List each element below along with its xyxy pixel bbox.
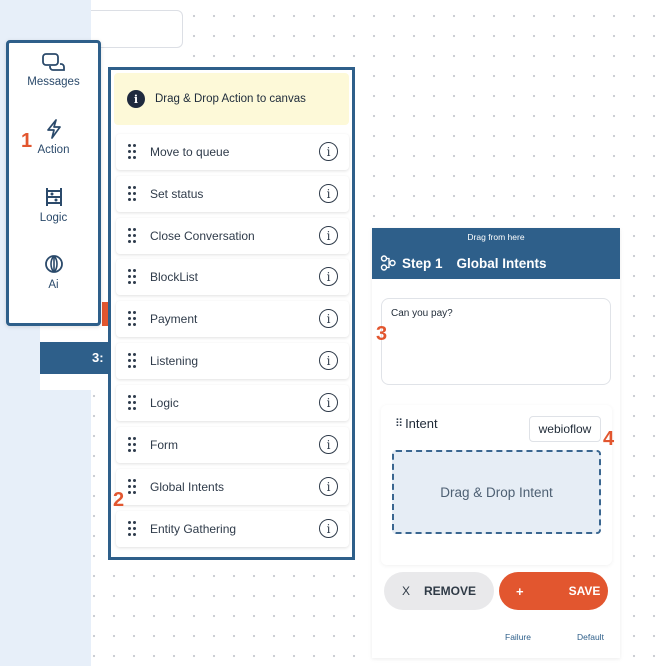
menu-item-logic[interactable]: Logic — [9, 187, 98, 224]
step-node: Drag from here Step 1 Global Intents Can… — [372, 228, 620, 658]
menu-item-label: Logic — [39, 212, 68, 224]
lightning-icon — [46, 119, 61, 139]
logic-icon — [45, 188, 62, 206]
question-text-area[interactable]: Can you pay? — [381, 298, 611, 385]
background-node-header[interactable]: 3: — [40, 342, 110, 374]
step-title: Global Intents — [456, 255, 547, 271]
action-item-label: Payment — [150, 312, 198, 326]
intent-section: ⠿ Intent webioflow Drag & Drop Intent — [381, 405, 612, 565]
annotation-2: 2 — [113, 489, 125, 511]
info-icon[interactable]: i — [319, 309, 338, 328]
action-item-close-conversation[interactable]: Close Conversation i — [116, 218, 349, 254]
plus-icon: + — [516, 583, 524, 599]
menu-item-label: Ai — [48, 279, 59, 291]
hint-text: Drag & Drop Action to canvas — [155, 93, 306, 105]
info-icon[interactable]: i — [319, 184, 338, 203]
info-icon[interactable]: i — [319, 393, 338, 412]
info-icon[interactable]: i — [319, 226, 338, 245]
drag-handle-bar[interactable]: Drag from here — [372, 228, 620, 247]
ai-brain-icon — [44, 255, 63, 273]
action-item-label: Logic — [150, 396, 179, 410]
drag-handle-icon[interactable] — [128, 144, 138, 160]
drag-handle-icon[interactable] — [128, 353, 138, 369]
menu-item-ai[interactable]: Ai — [9, 254, 98, 291]
action-item-payment[interactable]: Payment i — [116, 301, 349, 337]
drag-handle-icon[interactable] — [128, 186, 138, 202]
annotation-3: 3 — [376, 323, 388, 345]
intent-label: ⠿ Intent — [395, 416, 438, 431]
drag-handle-icon[interactable] — [128, 479, 138, 495]
failure-port[interactable]: Failure — [505, 632, 531, 642]
info-icon[interactable]: i — [319, 267, 338, 286]
info-icon[interactable]: i — [319, 142, 338, 161]
drag-handle-icon[interactable]: ⠿ — [395, 417, 403, 430]
action-item-label: Form — [150, 438, 178, 452]
remove-button[interactable]: X REMOVE — [384, 572, 494, 610]
drag-handle-icon[interactable] — [128, 437, 138, 453]
info-icon[interactable]: i — [319, 435, 338, 454]
drag-handle-icon[interactable] — [128, 269, 138, 285]
action-item-label: Listening — [150, 354, 199, 368]
menu-item-label: Action — [37, 144, 70, 156]
save-button[interactable]: + SAVE — [499, 572, 608, 610]
action-item-form[interactable]: Form i — [116, 427, 349, 463]
action-item-move-to-queue[interactable]: Move to queue i — [116, 134, 349, 170]
drag-drop-hint: i Drag & Drop Action to canvas — [114, 73, 349, 125]
action-item-label: Close Conversation — [150, 229, 255, 243]
annotation-4: 4 — [603, 428, 615, 450]
drop-zone-text: Drag & Drop Intent — [440, 484, 553, 500]
info-icon[interactable]: i — [319, 351, 338, 370]
default-port[interactable]: Default — [577, 632, 604, 642]
intent-source-chip[interactable]: webioflow — [529, 416, 601, 442]
block-type-menu: Messages Action Logic Ai — [6, 40, 101, 326]
flow-icon — [380, 255, 396, 271]
remove-label: REMOVE — [424, 584, 477, 598]
step-header: Step 1 Global Intents — [372, 247, 620, 279]
menu-item-messages[interactable]: Messages — [9, 53, 98, 88]
question-text: Can you pay? — [391, 308, 453, 319]
action-item-label: BlockList — [150, 270, 199, 284]
drag-handle-icon[interactable] — [128, 521, 138, 537]
info-icon[interactable]: i — [319, 519, 338, 538]
messages-icon — [41, 53, 65, 71]
menu-item-label: Messages — [27, 76, 80, 88]
action-item-set-status[interactable]: Set status i — [116, 176, 349, 212]
step-number: Step 1 — [402, 255, 443, 271]
action-item-blocklist[interactable]: BlockList i — [116, 259, 349, 295]
background-node-label: 3: — [92, 350, 104, 365]
drag-handle-icon[interactable] — [128, 395, 138, 411]
drag-handle-icon[interactable] — [128, 311, 138, 327]
annotation-1: 1 — [21, 130, 33, 152]
drag-handle-icon[interactable] — [128, 228, 138, 244]
close-icon: X — [402, 584, 411, 598]
info-filled-icon: i — [127, 90, 145, 108]
intent-label-text: Intent — [405, 416, 438, 431]
drag-hint-text: Drag from here — [467, 232, 525, 242]
save-label: SAVE — [568, 584, 601, 598]
action-item-label: Set status — [150, 187, 204, 201]
info-icon[interactable]: i — [319, 477, 338, 496]
action-item-global-intents[interactable]: Global Intents i — [116, 469, 349, 505]
action-item-label: Global Intents — [150, 480, 225, 494]
action-list-panel: i Drag & Drop Action to canvas Move to q… — [108, 67, 355, 560]
intent-drop-zone[interactable]: Drag & Drop Intent — [392, 450, 601, 534]
action-item-label: Entity Gathering — [150, 522, 237, 536]
action-item-entity-gathering[interactable]: Entity Gathering i — [116, 511, 349, 547]
action-item-label: Move to queue — [150, 145, 230, 159]
action-item-logic[interactable]: Logic i — [116, 385, 349, 421]
top-search-field[interactable] — [91, 10, 183, 48]
action-item-listening[interactable]: Listening i — [116, 343, 349, 379]
